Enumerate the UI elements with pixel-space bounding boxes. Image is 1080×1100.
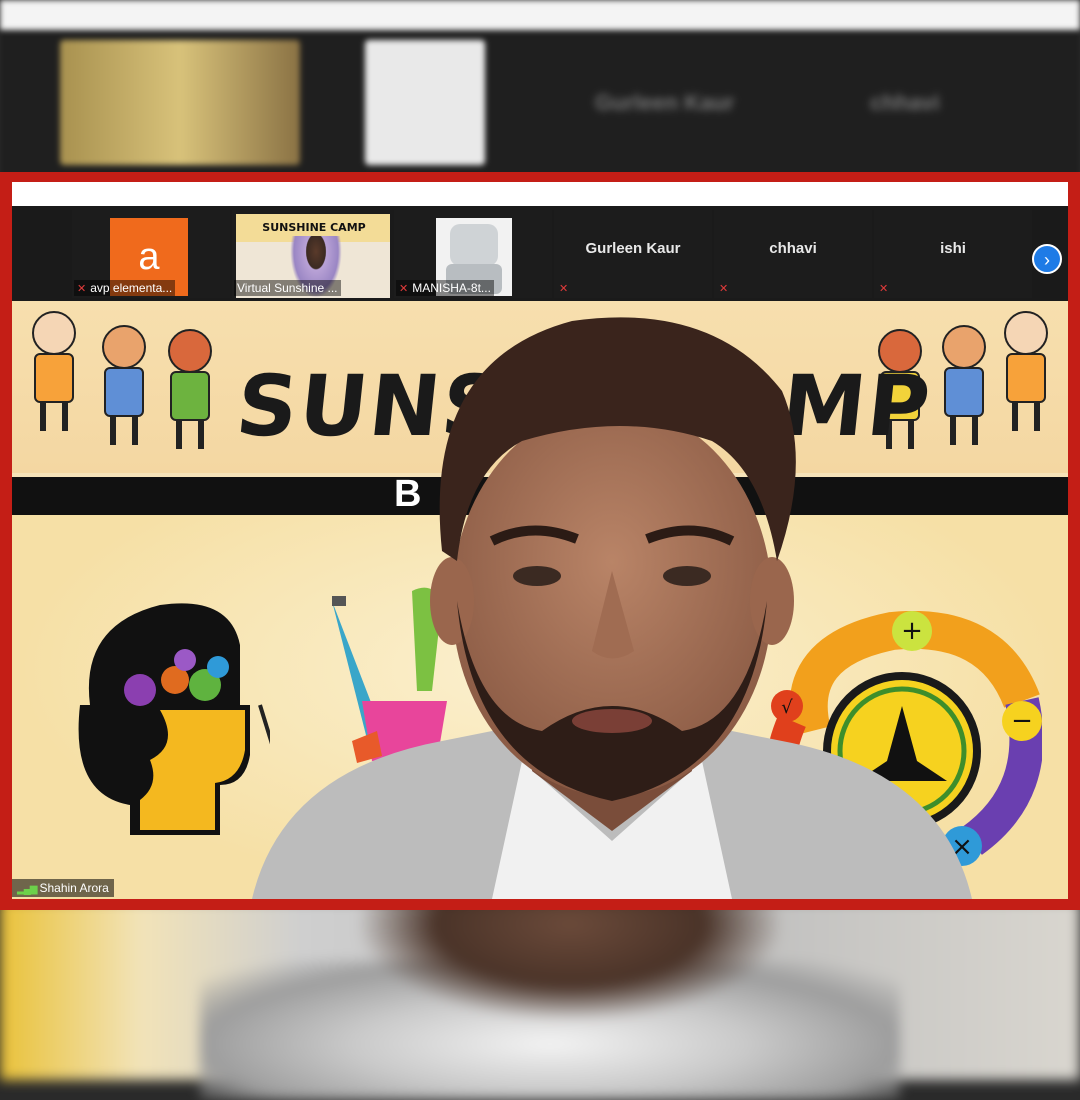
ghost-name-2: chhavi [870, 90, 940, 115]
mic-muted-icon: ✕ [399, 283, 409, 295]
participant-strip: a ✕ avp elementa... SUNSHINE CAMP Virtual… [12, 206, 1068, 301]
cartoon-kid-icon [162, 329, 218, 449]
signal-strength-icon: ▂▄▆ [17, 884, 37, 895]
ghost-name-1: Gurleen Kaur [595, 90, 735, 115]
participant-name: Virtual Sunshine ... [237, 281, 338, 295]
mic-muted-icon: ✕ [879, 283, 889, 295]
participant-tile-manisha[interactable]: ✕ MANISHA-8t... [394, 210, 552, 298]
participant-label: ✕ [556, 280, 575, 296]
participant-label: ✕ [876, 280, 895, 296]
brain-gears-icon [78, 603, 270, 835]
participant-name: MANISHA-8t... [412, 281, 491, 295]
participant-tile-avp[interactable]: a ✕ avp elementa... [72, 210, 230, 298]
mic-muted-icon: ✕ [559, 283, 569, 295]
highlight-frame: a ✕ avp elementa... SUNSHINE CAMP Virtual… [0, 172, 1080, 910]
participant-tile-ishi[interactable]: ishi ✕ [874, 210, 1032, 298]
participant-label: Virtual Sunshine ... [234, 280, 341, 296]
participant-tile-chhavi[interactable]: chhavi ✕ [714, 210, 872, 298]
cartoon-kid-icon [26, 311, 82, 431]
speaker-video [252, 317, 972, 899]
svg-text:−: − [1011, 706, 1033, 736]
avatar-letter: a [138, 236, 160, 278]
cartoon-kid-icon [96, 325, 152, 445]
cartoon-kid-icon [998, 311, 1054, 431]
ghost-tile-1 [60, 40, 300, 165]
main-video: SUNS MP B + − × √ ▂▄▆ Shahin Arora [12, 301, 1068, 899]
participant-name: Gurleen Kaur [585, 240, 681, 257]
ghost-tile-2 [365, 40, 485, 165]
ghost-face [360, 900, 780, 1020]
participant-name: avp elementa... [90, 281, 173, 295]
participant-tile-sunshine[interactable]: SUNSHINE CAMP Virtual Sunshine ... [232, 210, 390, 298]
participant-label: ✕ MANISHA-8t... [396, 280, 494, 296]
active-speaker-name: Shahin Arora [39, 881, 109, 895]
background-bottom-blur [0, 900, 1080, 1100]
robot-head [450, 224, 498, 266]
participant-name: chhavi [769, 240, 817, 257]
mic-muted-icon: ✕ [77, 283, 87, 295]
participant-label: ✕ [716, 280, 735, 296]
background-top-blur: Gurleen Kaur chhavi [0, 0, 1080, 180]
title-bar [12, 182, 1068, 206]
chevron-right-icon: › [1044, 250, 1050, 270]
mic-muted-icon: ✕ [719, 283, 729, 295]
participant-tile-gurleen[interactable]: Gurleen Kaur ✕ [554, 210, 712, 298]
active-speaker-label: ▂▄▆ Shahin Arora [12, 879, 114, 897]
meeting-window: a ✕ avp elementa... SUNSHINE CAMP Virtual… [12, 182, 1068, 899]
thumbnail-banner: SUNSHINE CAMP [262, 221, 366, 234]
participant-name: ishi [940, 240, 966, 257]
next-page-button[interactable]: › [1032, 244, 1062, 274]
participant-label: ✕ avp elementa... [74, 280, 176, 296]
